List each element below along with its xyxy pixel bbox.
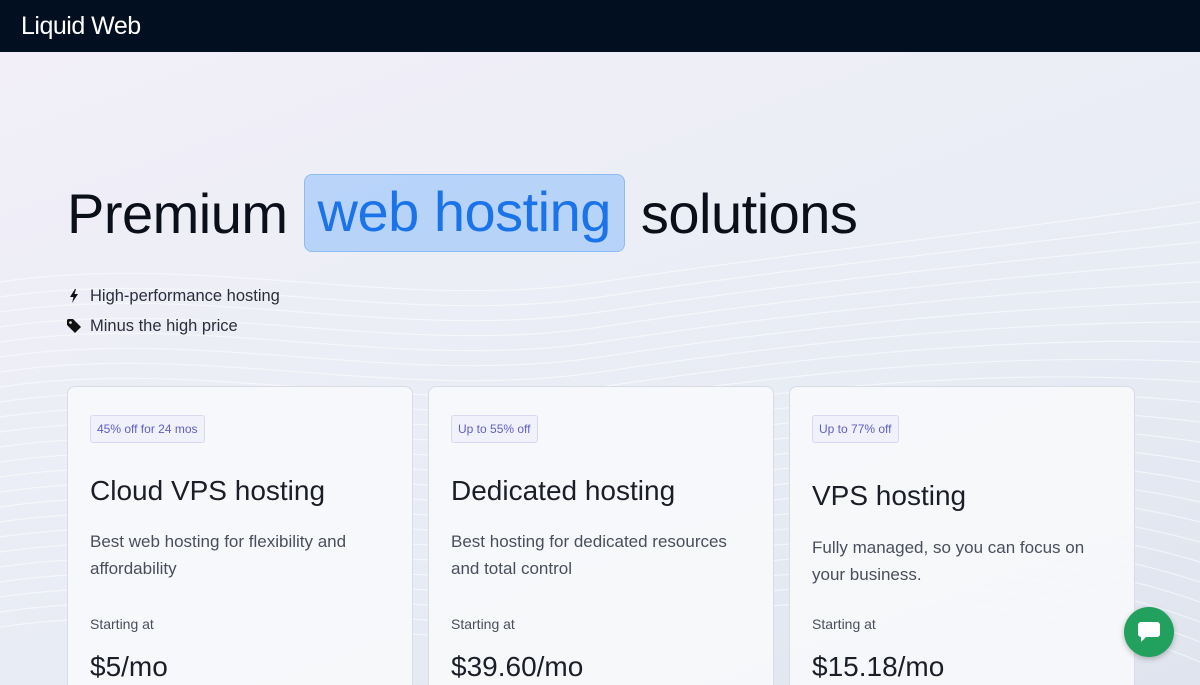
top-nav-bar: Liquid Web bbox=[0, 0, 1200, 52]
tag-icon bbox=[67, 319, 81, 333]
starting-at-label: Starting at bbox=[812, 616, 876, 632]
pricing-card-vps[interactable]: Up to 77% off VPS hosting Fully managed,… bbox=[789, 386, 1135, 685]
chat-bubble-icon bbox=[1137, 621, 1161, 643]
card-price: $5/mo bbox=[90, 651, 168, 682]
card-title: Cloud VPS hosting bbox=[90, 475, 326, 506]
discount-badge: Up to 77% off bbox=[812, 415, 899, 443]
hero-headline: Premium web hosting solutions bbox=[67, 174, 858, 252]
card-price: $15.18/mo bbox=[812, 651, 945, 682]
feature-item: Minus the high price bbox=[67, 314, 280, 338]
card-description: Best web hosting for flexibility and aff… bbox=[90, 532, 347, 578]
pricing-card-cloud-vps[interactable]: 45% off for 24 mos Cloud VPS hosting Bes… bbox=[67, 386, 413, 685]
card-title: Dedicated hosting bbox=[451, 475, 676, 506]
pricing-card-dedicated[interactable]: Up to 55% off Dedicated hosting Best hos… bbox=[428, 386, 774, 685]
chat-button[interactable] bbox=[1124, 607, 1174, 657]
card-description: Fully managed, so you can focus on your … bbox=[812, 538, 1085, 584]
headline-highlight: web hosting bbox=[303, 174, 625, 252]
card-description: Best hosting for dedicated resources and… bbox=[451, 532, 727, 578]
card-price: $39.60/mo bbox=[451, 651, 584, 682]
starting-at-label: Starting at bbox=[90, 616, 154, 632]
feature-label: High-performance hosting bbox=[90, 286, 280, 305]
starting-at-label: Starting at bbox=[451, 616, 515, 632]
discount-badge: 45% off for 24 mos bbox=[90, 415, 205, 443]
discount-badge: Up to 55% off bbox=[451, 415, 538, 443]
site-logo[interactable]: Liquid Web bbox=[21, 12, 141, 41]
feature-label: Minus the high price bbox=[90, 316, 238, 335]
feature-item: High-performance hosting bbox=[67, 284, 280, 308]
headline-after: solutions bbox=[640, 181, 858, 245]
card-title: VPS hosting bbox=[812, 480, 967, 511]
feature-list: High-performance hosting Minus the high … bbox=[67, 284, 280, 344]
headline-before: Premium bbox=[67, 181, 288, 245]
lightning-icon bbox=[67, 289, 81, 303]
